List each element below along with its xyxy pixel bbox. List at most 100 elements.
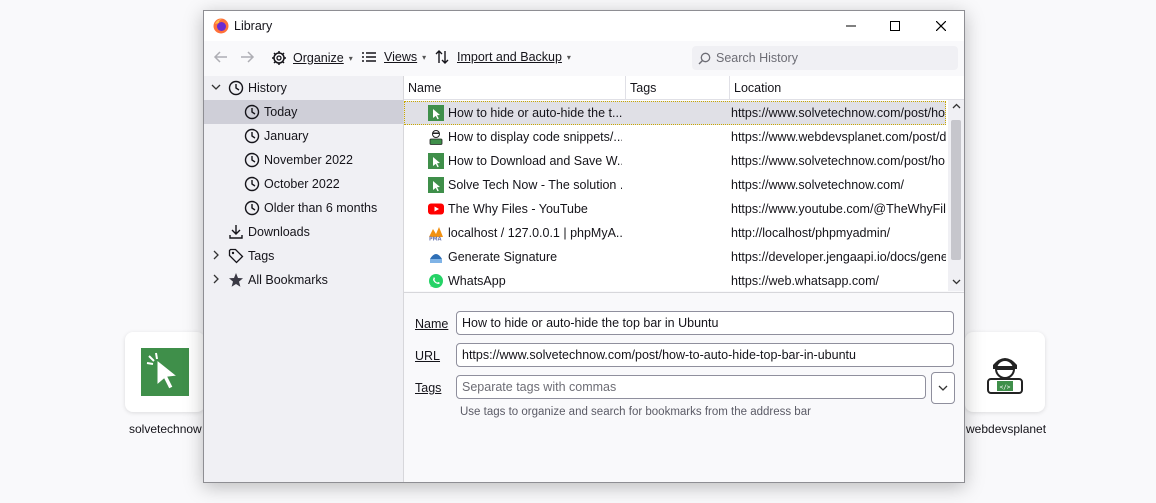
- vertical-scrollbar[interactable]: [948, 100, 964, 291]
- table-row[interactable]: How to Download and Save W... https://ww…: [404, 149, 946, 173]
- row-name: How to Download and Save W...: [448, 154, 622, 168]
- sidebar-item-label: Downloads: [248, 225, 310, 239]
- scrollbar-thumb[interactable]: [951, 120, 961, 260]
- sidebar-item-label: All Bookmarks: [248, 273, 328, 287]
- details-pane: Name URL Tags Use tags to organize and s…: [404, 292, 964, 482]
- row-location: https://www.youtube.com/@TheWhyFile: [731, 202, 946, 216]
- table-row[interactable]: PMA localhost / 127.0.0.1 | phpMyA... ht…: [404, 221, 946, 245]
- url-field[interactable]: [456, 343, 954, 367]
- sidebar-item-november-2022[interactable]: November 2022: [204, 148, 403, 172]
- column-header-location[interactable]: Location: [729, 76, 964, 100]
- sidebar-item-downloads[interactable]: Downloads: [204, 220, 403, 244]
- forward-button[interactable]: [239, 49, 255, 65]
- sidebar-item-label: Today: [264, 105, 298, 119]
- star-icon: [228, 272, 244, 288]
- sidebar-item-january[interactable]: January: [204, 124, 403, 148]
- title-bar[interactable]: Library: [204, 11, 964, 41]
- organize-label: Organize: [293, 51, 344, 65]
- views-menu[interactable]: Views ▾: [362, 50, 426, 64]
- maximize-icon: [890, 21, 900, 31]
- table-header: Name Tags Location: [404, 76, 964, 100]
- import-backup-label: Import and Backup: [457, 50, 562, 64]
- row-location: https://www.webdevsplanet.com/post/d: [731, 130, 946, 144]
- table-row[interactable]: WhatsApp https://web.whatsapp.com/: [404, 269, 946, 293]
- name-label-text: Name: [415, 317, 449, 331]
- tag-icon: [228, 248, 244, 264]
- chevron-right-icon[interactable]: [211, 250, 221, 263]
- name-field[interactable]: [456, 311, 954, 335]
- tags-label-text: Tags: [415, 381, 442, 395]
- row-name: Generate Signature: [448, 250, 558, 264]
- row-name: WhatsApp: [448, 274, 506, 288]
- history-table: Name Tags Location How to hide or auto-h…: [404, 76, 964, 291]
- sidebar-item-older-than-6-months[interactable]: Older than 6 months: [204, 196, 403, 220]
- row-location: https://www.solvetechnow.com/post/ho: [731, 106, 945, 120]
- list-icon: [362, 52, 376, 62]
- back-button[interactable]: [213, 49, 229, 65]
- webdevsplanet-icon: [429, 130, 443, 145]
- tags-field[interactable]: [456, 375, 926, 399]
- arrow-left-icon: [213, 51, 227, 63]
- sidebar-item-all-bookmarks[interactable]: All Bookmarks: [204, 268, 403, 292]
- sidebar-item-label: November 2022: [264, 153, 353, 167]
- clock-icon: [244, 104, 260, 120]
- clock-icon: [244, 128, 260, 144]
- sidebar-item-label: October 2022: [264, 177, 340, 191]
- webdevsplanet-icon: </>: [987, 358, 1023, 394]
- search-icon: [698, 52, 711, 64]
- table-row[interactable]: How to hide or auto-hide the t... https:…: [404, 101, 946, 125]
- solvetechnow-icon: [428, 177, 444, 193]
- sidebar-item-october-2022[interactable]: October 2022: [204, 172, 403, 196]
- sidebar-item-label: History: [248, 81, 287, 95]
- column-header-name[interactable]: Name: [404, 76, 625, 100]
- search-history-input[interactable]: [716, 51, 946, 65]
- close-icon: [936, 21, 946, 31]
- clock-icon: [244, 176, 260, 192]
- chevron-right-icon[interactable]: [211, 274, 221, 287]
- views-label: Views: [384, 50, 418, 64]
- window-title: Library: [234, 19, 273, 33]
- firefox-icon: [213, 18, 229, 34]
- scroll-up-icon[interactable]: [948, 100, 964, 116]
- sidebar-item-history[interactable]: History: [204, 76, 403, 100]
- organize-menu[interactable]: Organize ▾: [271, 50, 353, 66]
- top-site-tile-solvetechnow[interactable]: [125, 332, 205, 412]
- row-location: http://localhost/phpmyadmin/: [731, 226, 891, 240]
- scroll-down-icon[interactable]: [948, 275, 964, 291]
- url-label: URL: [415, 349, 440, 363]
- table-row[interactable]: The Why Files - YouTube https://www.yout…: [404, 197, 946, 221]
- gear-icon: [272, 51, 286, 65]
- top-site-tile-webdevsplanet[interactable]: </>: [965, 332, 1045, 412]
- sidebar-item-today[interactable]: Today: [204, 100, 403, 124]
- search-history-box[interactable]: [692, 46, 958, 70]
- top-site-label-solvetechnow: solvetechnow: [129, 422, 202, 436]
- phpmyadmin-icon: PMA: [429, 227, 443, 241]
- import-backup-menu[interactable]: Import and Backup ▾: [435, 50, 571, 64]
- maximize-button[interactable]: [872, 11, 918, 41]
- minimize-icon: [846, 25, 856, 27]
- table-row[interactable]: Solve Tech Now - The solution ... https:…: [404, 173, 946, 197]
- sidebar-item-tags[interactable]: Tags: [204, 244, 403, 268]
- jenga-icon: [430, 254, 442, 263]
- solvetechnow-icon: [428, 105, 444, 121]
- row-location: https://web.whatsapp.com/: [731, 274, 879, 288]
- solvetechnow-icon: [428, 153, 444, 169]
- clock-icon: [244, 152, 260, 168]
- tags-dropdown-button[interactable]: [931, 372, 955, 404]
- sidebar-tree: History Today January November 2022 Octo…: [204, 76, 404, 482]
- download-icon: [228, 224, 244, 240]
- close-button[interactable]: [918, 11, 964, 41]
- sidebar-item-label: Tags: [248, 249, 275, 263]
- chevron-down-icon: ▾: [422, 52, 427, 62]
- top-site-label-webdevsplanet: webdevsplanet: [966, 422, 1047, 436]
- chevron-down-icon[interactable]: [211, 82, 221, 95]
- toolbar: Organize ▾ Views ▾ Import and Backup ▾: [204, 41, 964, 75]
- whatsapp-icon: [429, 274, 443, 288]
- table-row[interactable]: Generate Signature https://developer.jen…: [404, 245, 946, 269]
- column-header-tags[interactable]: Tags: [625, 76, 729, 100]
- row-name: localhost / 127.0.0.1 | phpMyA...: [448, 226, 622, 240]
- table-row[interactable]: How to display code snippets/... https:/…: [404, 125, 946, 149]
- library-window: Library Organize ▾ Views ▾ Import and Ba…: [203, 10, 965, 483]
- row-location: https://developer.jengaapi.io/docs/gener: [731, 250, 946, 264]
- minimize-button[interactable]: [828, 11, 874, 41]
